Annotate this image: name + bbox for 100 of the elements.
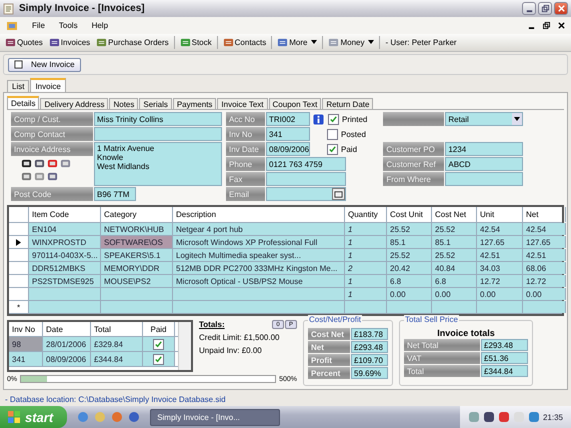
checkbox[interactable]: [153, 354, 164, 365]
table-cell: MEMORY\DDR: [101, 262, 173, 274]
table-cell: 0.00: [523, 288, 566, 300]
tab[interactable]: Invoice: [30, 78, 66, 92]
tab[interactable]: Invoice Text: [217, 98, 268, 110]
tab[interactable]: Notes: [109, 98, 138, 110]
column-header[interactable]: Item Code: [29, 207, 101, 222]
tab[interactable]: Coupon Text: [268, 98, 322, 110]
email-button[interactable]: [332, 188, 345, 200]
checkbox[interactable]: [153, 338, 164, 350]
row-header[interactable]: [9, 236, 29, 248]
tray-icon[interactable]: [482, 411, 495, 424]
group-title: Total Sell Price: [404, 315, 459, 324]
toolbar-button[interactable]: Contacts: [220, 34, 270, 50]
input-field[interactable]: 0121 763 4759: [266, 157, 346, 172]
toolbar-icon: [48, 36, 60, 48]
field-label: Customer PO: [383, 142, 444, 156]
column-header[interactable]: Inv No: [9, 322, 43, 336]
column-header[interactable]: Unit: [477, 207, 523, 222]
input-field[interactable]: 08/09/2006: [266, 142, 310, 156]
table-cell: 1: [345, 275, 387, 288]
unpaid-text: Unpaid Inv: £0.00: [199, 346, 263, 356]
info-icon[interactable]: [313, 114, 324, 125]
column-header[interactable]: Paid: [143, 322, 175, 336]
checkbox[interactable]: [327, 144, 338, 155]
toolbar-button[interactable]: Invoices: [46, 34, 94, 50]
customer-field[interactable]: Miss Trinity Collins: [94, 112, 222, 126]
restore-button[interactable]: [538, 2, 552, 16]
contact-field[interactable]: [94, 127, 222, 142]
close-icon[interactable]: [558, 22, 565, 29]
address-field[interactable]: 1 Matrix Avenue Knowle West Midlands: [94, 142, 222, 186]
minimize-button[interactable]: [522, 2, 536, 16]
toolbar-button[interactable]: More: [274, 34, 320, 50]
input-field[interactable]: ABCD: [445, 157, 524, 172]
column-header[interactable]: Cost Net: [432, 207, 477, 222]
new-invoice-button[interactable]: New Invoice: [8, 58, 81, 72]
table-cell: DDR512MBKS: [29, 262, 101, 274]
input-field[interactable]: TRI002: [266, 112, 310, 126]
value-field: £109.70: [351, 354, 388, 366]
menu-item[interactable]: File: [32, 21, 45, 30]
status-text: - Database location: C:\Database\Simply Invoice Database.sid: [5, 395, 226, 404]
quick-launch-icon[interactable]: [128, 411, 140, 424]
table-cell: 25.52: [387, 249, 432, 262]
menu-item[interactable]: Tools: [58, 21, 78, 30]
toolbar-button[interactable]: Money: [325, 34, 378, 50]
restore-icon[interactable]: [543, 22, 550, 29]
toolbar-icon: [277, 36, 288, 48]
table-cell: EN104: [29, 223, 101, 236]
document-icon: [6, 20, 18, 32]
toolbar-icon[interactable]: [34, 158, 45, 170]
tab[interactable]: Details: [7, 96, 40, 110]
column-header[interactable]: Date: [43, 322, 91, 336]
new-row-marker[interactable]: *: [9, 301, 29, 314]
table-cell: 98: [9, 337, 43, 352]
column-header[interactable]: Quantity: [345, 207, 387, 222]
tray-icon[interactable]: [498, 411, 510, 424]
tab[interactable]: List: [7, 80, 30, 92]
field-label: Percent: [308, 367, 350, 380]
toolbar-icon[interactable]: [21, 158, 32, 170]
table-cell: 12.72: [477, 275, 523, 288]
input-field[interactable]: 1234: [445, 142, 524, 156]
value-field: £51.36: [481, 352, 528, 364]
table-cell: 1: [345, 236, 387, 248]
input-field[interactable]: [266, 187, 346, 202]
checkbox-label: Printed: [342, 114, 368, 124]
column-header[interactable]: Category: [101, 207, 173, 222]
tab[interactable]: Return Date: [322, 98, 374, 110]
column-header[interactable]: Description: [173, 207, 345, 222]
close-icon: [556, 4, 566, 14]
field-label: Email: [226, 187, 265, 202]
input-field[interactable]: [445, 172, 524, 186]
sale-type-dropdown[interactable]: Retail: [445, 112, 524, 126]
field-label: Inv No: [226, 127, 265, 142]
postcode-field[interactable]: B96 7TM: [94, 187, 136, 202]
table-cell: 40.84: [432, 262, 477, 274]
toolbar-button[interactable]: Quotes: [2, 34, 46, 50]
taskbar-button[interactable]: Simply Invoice - [Invo...: [150, 408, 280, 426]
column-header[interactable]: Cost Unit: [387, 207, 432, 222]
tab[interactable]: Delivery Address: [40, 98, 108, 110]
input-field[interactable]: 341: [266, 127, 310, 142]
input-field[interactable]: [266, 172, 346, 186]
checkbox[interactable]: [328, 114, 339, 125]
column-header[interactable]: Total: [91, 322, 143, 336]
table-cell: 25.52: [432, 249, 477, 262]
tab[interactable]: Payments: [172, 98, 216, 110]
checkbox[interactable]: [327, 128, 338, 140]
toolbar-button[interactable]: Purchase Orders: [93, 34, 172, 50]
table-cell: 0.00: [432, 288, 477, 300]
menu-item[interactable]: Help: [92, 21, 108, 30]
field-label: Profit: [308, 354, 350, 366]
field-label: VAT: [404, 352, 480, 364]
table-cell: PS2STDMSE925: [29, 275, 101, 288]
field-label: Comp / Cust.: [11, 112, 93, 126]
scrollbar[interactable]: [178, 322, 191, 370]
table-cell: 08/09/2006: [43, 352, 91, 366]
close-button[interactable]: [554, 2, 568, 16]
column-header[interactable]: Net: [523, 207, 566, 222]
toolbar-button[interactable]: Stock: [176, 34, 215, 50]
table-cell: 42.51: [477, 249, 523, 262]
tab[interactable]: Serials: [139, 98, 172, 110]
